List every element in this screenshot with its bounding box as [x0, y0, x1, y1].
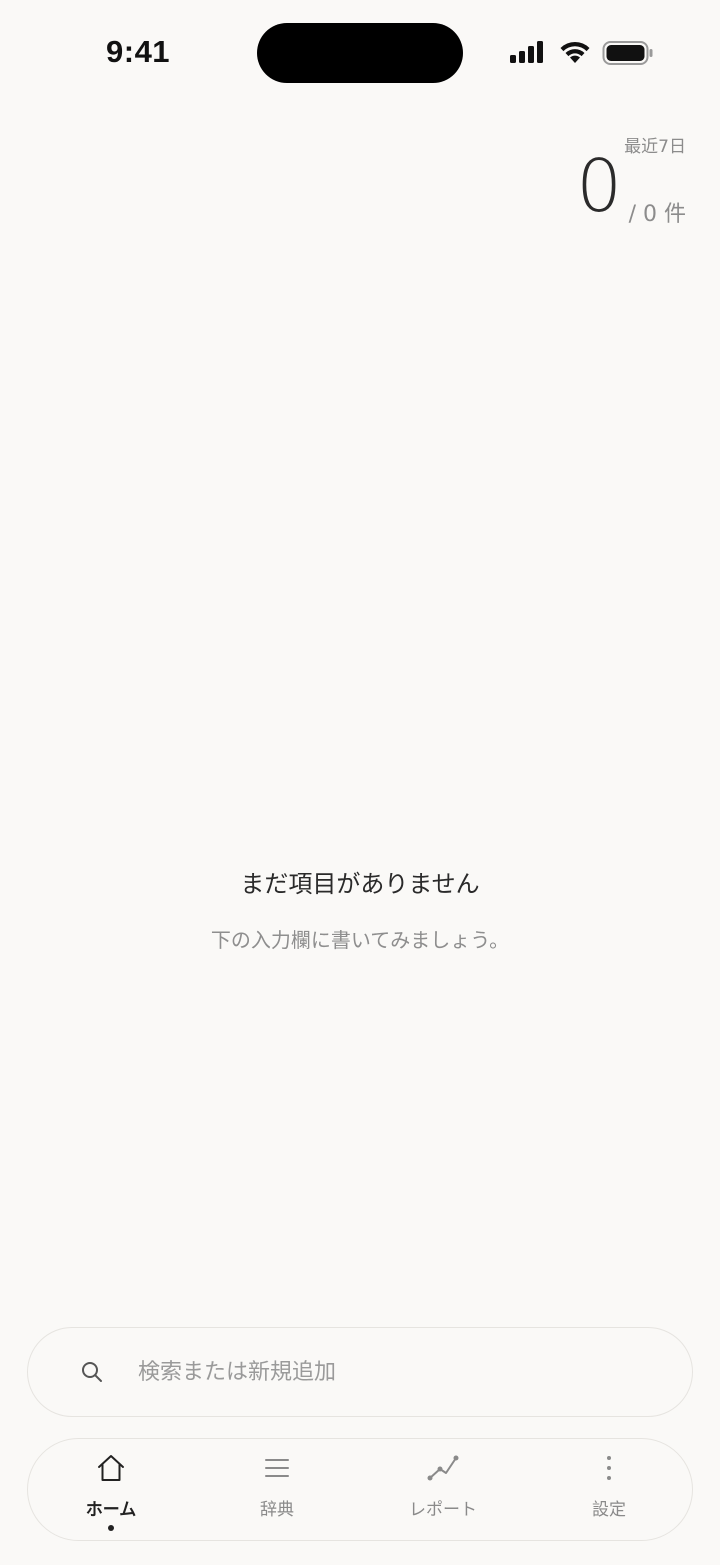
- active-tab-indicator: [108, 1525, 114, 1531]
- tab-bar: ホーム 辞典 レポート 設定: [27, 1438, 693, 1541]
- tab-settings[interactable]: 設定: [526, 1439, 692, 1542]
- stats-period-label: 最近7日: [624, 137, 686, 157]
- list-icon: [265, 1459, 289, 1477]
- empty-state-title: まだ項目がありません: [240, 870, 480, 898]
- tab-dictionary-label: 辞典: [260, 1500, 294, 1520]
- tab-settings-label: 設定: [592, 1500, 626, 1520]
- search-bar[interactable]: [27, 1327, 693, 1417]
- search-icon: [82, 1362, 102, 1382]
- tab-home[interactable]: ホーム: [28, 1439, 194, 1542]
- empty-state-subtitle: 下の入力欄に書いてみましょう。: [210, 928, 510, 952]
- battery-icon: [602, 41, 653, 65]
- more-vertical-icon: [607, 1456, 611, 1480]
- chart-line-icon: [427, 1455, 459, 1481]
- search-input[interactable]: [138, 1350, 658, 1394]
- home-screen: 9:41 最近7日 0 / 0 件 まだ項目がありません 下の入力欄に書いてみま…: [0, 0, 720, 1565]
- home-icon: [98, 1455, 124, 1481]
- status-time: 9:41: [106, 34, 171, 69]
- wifi-icon: [560, 41, 590, 63]
- cellular-signal-icon: [510, 41, 543, 63]
- dynamic-island: [257, 23, 463, 83]
- stats-count: 0: [576, 144, 622, 228]
- tab-report[interactable]: レポート: [360, 1439, 526, 1542]
- tab-home-label: ホーム: [85, 1500, 137, 1520]
- stats-total: / 0 件: [628, 202, 686, 227]
- tab-report-label: レポート: [409, 1500, 477, 1520]
- tab-dictionary[interactable]: 辞典: [194, 1439, 360, 1542]
